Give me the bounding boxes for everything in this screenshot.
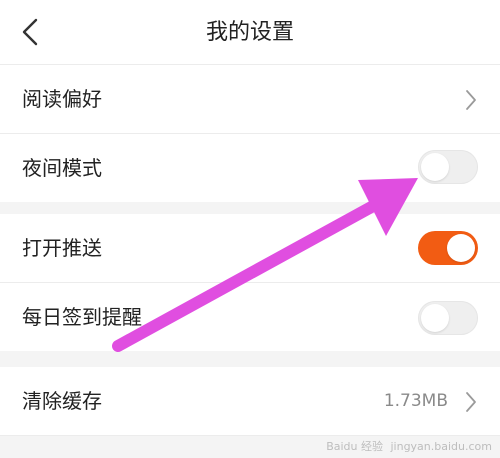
chevron-right-icon — [466, 90, 476, 110]
watermark-url: jingyan.baidu.com — [390, 440, 492, 453]
night-mode-toggle[interactable] — [418, 150, 478, 184]
toggle-knob — [447, 234, 475, 262]
daily-checkin-reminder-toggle[interactable] — [418, 301, 478, 335]
row-daily-checkin-reminder: 每日签到提醒 — [0, 283, 500, 351]
watermark-text: Baidu 经验 — [326, 440, 383, 453]
toggle-knob — [421, 153, 449, 181]
row-night-mode: 夜间模式 — [0, 134, 500, 202]
settings-screen: 我的设置 阅读偏好 夜间模式 打开推送 每日签到提醒 清除缓存 1.73MB B… — [0, 0, 500, 458]
push-label: 打开推送 — [22, 236, 102, 260]
row-reading-preference[interactable]: 阅读偏好 — [0, 65, 500, 133]
section-gap — [0, 351, 500, 367]
section-gap — [0, 202, 500, 214]
back-button[interactable] — [12, 12, 48, 52]
reading-preference-label: 阅读偏好 — [22, 87, 102, 111]
clear-cache-label: 清除缓存 — [22, 389, 102, 413]
chevron-right-icon — [466, 392, 476, 412]
chevron-left-icon — [22, 18, 38, 46]
row-clear-cache[interactable]: 清除缓存 1.73MB — [0, 367, 500, 435]
cache-size-value: 1.73MB — [383, 391, 448, 411]
night-mode-label: 夜间模式 — [22, 156, 102, 180]
daily-checkin-reminder-label: 每日签到提醒 — [22, 305, 142, 329]
top-bar: 我的设置 — [0, 0, 500, 65]
watermark: Baidu 经验 jingyan.baidu.com — [326, 438, 492, 454]
toggle-knob — [421, 304, 449, 332]
row-push: 打开推送 — [0, 214, 500, 282]
push-toggle[interactable] — [418, 231, 478, 265]
page-title: 我的设置 — [205, 20, 294, 45]
